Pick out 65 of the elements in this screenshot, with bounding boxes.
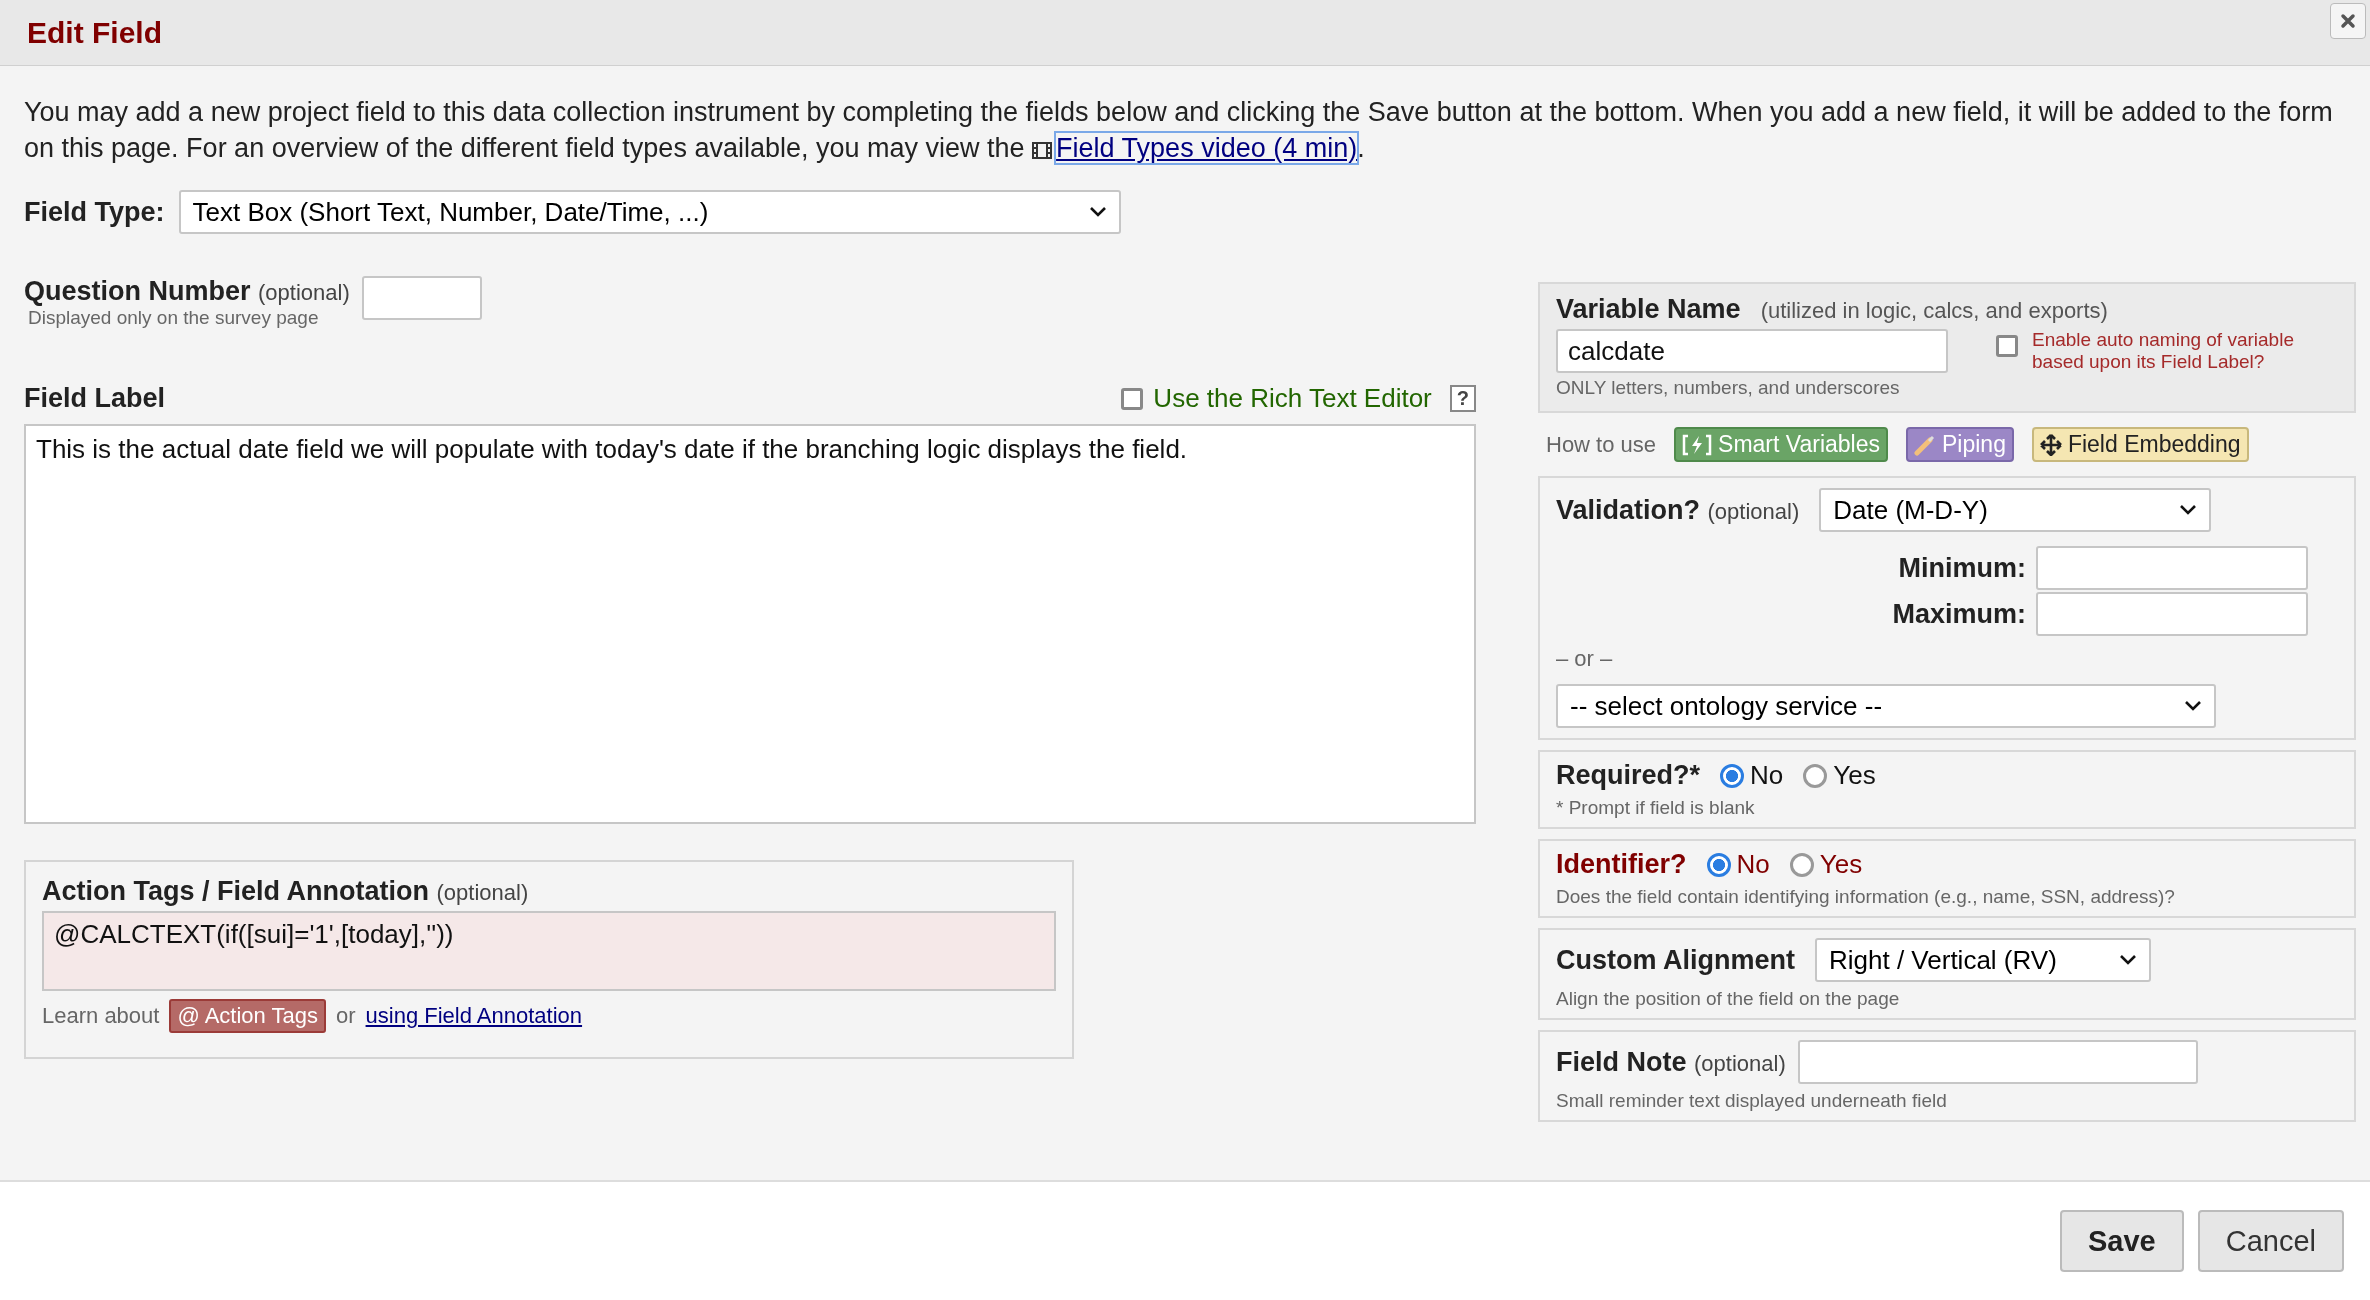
move-arrows-icon[interactable] [2039,433,2062,456]
or-separator: – or – [1556,646,1614,672]
field-label-textarea[interactable]: This is the actual date field we will populate with today's date if the branching logic displays the field. [24,424,1476,824]
lightning-bolt-icon[interactable] [1682,433,1713,456]
custom-alignment-label: Custom Alignment [1556,944,1795,976]
variable-name-note: (utilized in logic, calcs, and exports) [1760,298,2108,324]
action-tags-button[interactable]: @ Action Tags [169,999,326,1033]
chevron-down-icon[interactable] [2179,504,2198,516]
minimum-input[interactable] [2036,546,2308,590]
rich-text-checkbox[interactable] [1121,387,1144,410]
radio-label[interactable]: No [1750,760,1784,791]
variable-name-label: Variable Name [1556,294,1741,325]
cancel-button[interactable]: Cancel [2197,1210,2344,1272]
embedding-button[interactable]: Field Embedding [2031,427,2249,462]
or-text: or [336,1003,356,1029]
radio-label[interactable]: Yes [1819,849,1863,880]
dialog-title: Edit Field [27,15,162,50]
field-annotation-link[interactable]: using Field Annotation [365,1003,583,1029]
radio-button[interactable] [1706,852,1731,877]
alignment-hint: Align the position of the field on the page [1556,988,1900,1009]
radio-label[interactable]: No [1736,849,1770,880]
chevron-down-icon[interactable] [1088,206,1107,218]
variable-name-hint: ONLY letters, numbers, and underscores [1556,377,1901,399]
auto-naming-label[interactable]: Enable auto naming of variable based upon its Field Label? [2032,329,2332,373]
question-number-input[interactable] [361,276,482,320]
how-to-use-label: How to use [1546,431,1657,458]
question-number-hint: Displayed only on the survey page [28,307,320,329]
field-label-label: Field Label [24,383,166,414]
radio-button[interactable] [1789,852,1814,877]
ontology-select[interactable]: -- select ontology service -- [1556,684,2216,728]
identifier-hint: Does the field contain identifying information (e.g., name, SSN, address)? [1556,886,2175,907]
chevron-down-icon[interactable] [2119,954,2137,966]
rich-text-editor-label[interactable]: Use the Rich Text Editor [1153,383,1432,414]
action-tags-label: Action Tags / Field Annotation (optional) [42,876,530,907]
validation-label: Validation? (optional) [1556,494,1800,526]
radio-button[interactable] [1803,763,1828,788]
question-number-label: Question Number (optional) [24,276,350,307]
close-button[interactable] [2330,2,2366,39]
auto-naming-checkbox[interactable] [1996,335,2018,357]
intro-text: You may add a new project field to this data collection instrument by completing the fields below and clicking the Save button at the bottom. When you add a new field, it will be added to the form on this page. For an overview of the different field types available, you may view the Field Types video (4 min). [24,96,2334,165]
field-type-select[interactable]: Text Box (Short Text, Number, Date/Time, ...) [178,190,1121,234]
maximum-label: Maximum: [1892,598,2026,630]
maximum-input[interactable] [2036,592,2308,636]
required-hint: * Prompt if field is blank [1556,797,1755,818]
help-button[interactable]: ? [1449,385,1476,412]
field-type-label: Field Type: [24,196,165,228]
required-label: Required?* [1556,760,1701,791]
chevron-down-icon[interactable] [2184,700,2202,712]
alignment-select[interactable]: Right / Vertical (RV) [1815,938,2151,982]
radio-button[interactable] [1720,763,1745,788]
validation-select[interactable]: Date (M-D-Y) [1819,488,2212,532]
minimum-label: Minimum: [1897,552,2026,584]
field-note-hint: Small reminder text displayed underneath field [1556,1090,1947,1111]
variable-name-input[interactable]: calcdate [1556,329,1948,373]
close-icon[interactable] [2340,12,2356,29]
radio-label[interactable]: Yes [1833,760,1876,791]
action-tags-textarea[interactable]: @CALCTEXT(if([sui]='1',[today],'')) [42,911,1056,991]
save-button[interactable]: Save [2060,1210,2184,1272]
field-types-video-link[interactable]: Field Types video (4 min) [1056,133,1358,163]
film-icon [1032,142,1053,159]
pipe-icon[interactable] [1914,433,1936,456]
learn-about-text: Learn about [42,1003,160,1029]
field-note-input[interactable] [1797,1040,2198,1084]
field-note-label: Field Note (optional) [1556,1046,1786,1078]
identifier-label: Identifier? [1556,849,1687,880]
